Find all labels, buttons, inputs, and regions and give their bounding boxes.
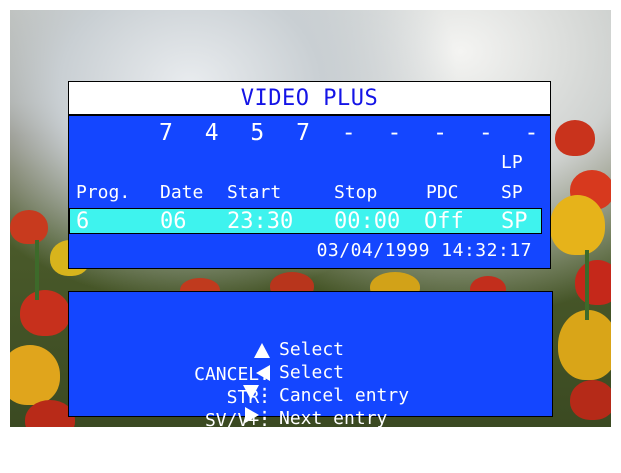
column-speed-lp: LP xyxy=(501,152,523,173)
help-row-store: STR: Next entry xyxy=(69,366,552,429)
help-key-sv: SV/V+: xyxy=(204,410,270,431)
help-desc: Next entry xyxy=(279,408,388,429)
column-pdc: PDC xyxy=(426,182,459,203)
selected-entry-row[interactable] xyxy=(69,208,542,234)
video-plus-title: VIDEO PLUS xyxy=(68,81,551,115)
entry-start[interactable]: 23:30 xyxy=(227,209,293,234)
column-prog: Prog. xyxy=(76,182,131,203)
timer-entry-panel: 7 4 5 7 - - - - - LP Prog. Date Start St… xyxy=(68,115,551,269)
entry-pdc[interactable]: Off xyxy=(424,209,464,234)
entry-stop[interactable]: 00:00 xyxy=(334,209,400,234)
entry-prog[interactable]: 6 xyxy=(76,209,89,234)
video-plus-code: 7 4 5 7 - - - - - xyxy=(159,120,548,146)
column-date: Date xyxy=(160,182,204,203)
column-speed-sp: SP xyxy=(501,182,523,203)
column-stop: Stop xyxy=(334,182,378,203)
help-row-exit: SV/V+: Exit xyxy=(69,389,552,452)
column-start: Start xyxy=(227,182,282,203)
help-row-select-vertical: : Select xyxy=(69,297,552,402)
current-date-time: 03/04/1999 14:32:17 xyxy=(316,240,532,261)
help-desc: Exit xyxy=(279,431,323,452)
video-plus-title-text: VIDEO PLUS xyxy=(240,86,379,111)
key-help-panel: : Select : Select CANCEL: Cancel entry S… xyxy=(68,291,553,452)
help-row-select-horizontal: : Select xyxy=(69,320,552,425)
entry-speed[interactable]: SP xyxy=(501,209,528,234)
entry-date[interactable]: 06 xyxy=(160,209,187,234)
help-row-cancel: CANCEL: Cancel entry xyxy=(69,343,552,406)
